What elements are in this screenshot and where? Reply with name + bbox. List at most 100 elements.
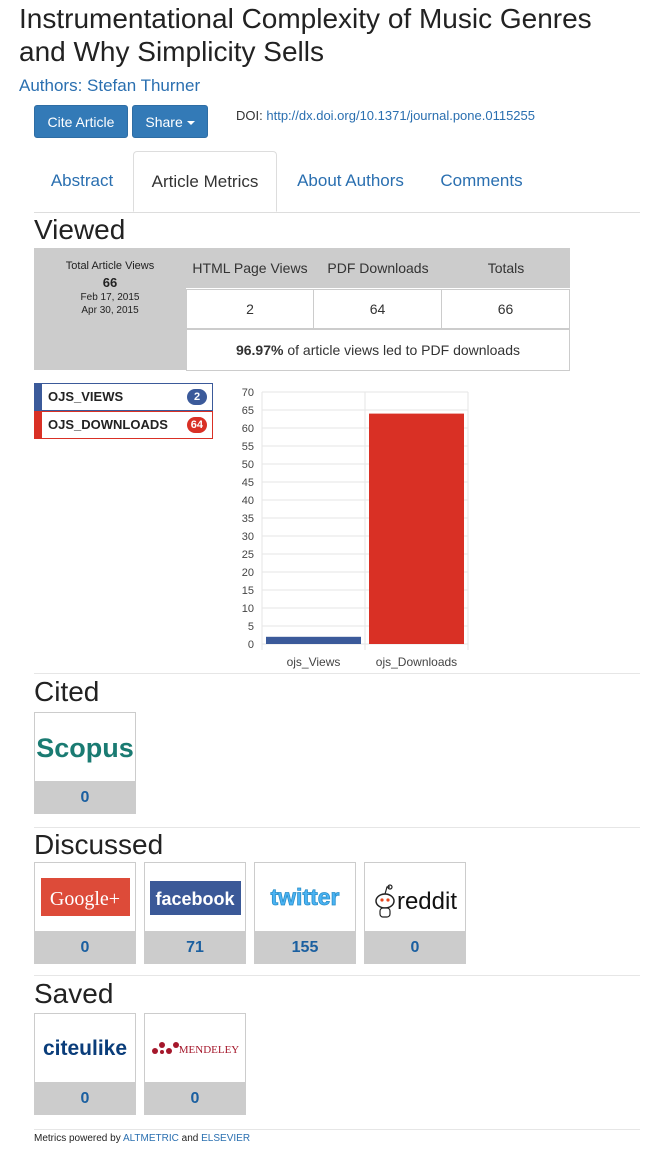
divider: [34, 827, 640, 828]
tab-comments[interactable]: Comments: [424, 151, 539, 211]
tab-abstract[interactable]: Abstract: [34, 151, 130, 211]
scopus-tile[interactable]: Scopus 0: [34, 712, 136, 814]
legend-swatch-views: [35, 384, 42, 410]
article-tabs: Abstract Article Metrics About Authors C…: [34, 151, 640, 213]
value-pdf-downloads: 64: [313, 289, 442, 329]
pdf-ratio-text: of article views led to PDF downloads: [283, 342, 521, 358]
twitter-logo: twitter: [254, 862, 356, 932]
citeulike-tile[interactable]: citeulike 0: [34, 1013, 136, 1115]
reddit-logo-text: reddit: [397, 888, 457, 915]
legend-item-downloads[interactable]: OJS_DOWNLOADS 64: [34, 411, 213, 439]
mendeley-logo-text: MENDELEY: [179, 1044, 240, 1056]
value-totals: 66: [441, 289, 570, 329]
header-totals: Totals: [442, 248, 570, 288]
discussed-heading: Discussed: [34, 829, 164, 860]
legend-label-views: OJS_VIEWS: [48, 389, 124, 404]
mendeley-count: 0: [144, 1083, 246, 1115]
y-tick-label: 5: [248, 621, 254, 633]
legend-badge-views: 2: [187, 389, 207, 405]
twitter-tile[interactable]: twitter 155: [254, 862, 356, 964]
scopus-count: 0: [34, 782, 136, 814]
y-tick-label: 15: [242, 585, 254, 597]
citeulike-logo: citeulike: [34, 1013, 136, 1083]
reddit-tile[interactable]: reddit 0: [364, 862, 466, 964]
divider: [34, 673, 640, 674]
divider: [34, 1129, 640, 1130]
legend-item-views[interactable]: OJS_VIEWS 2: [34, 383, 213, 411]
y-tick-label: 70: [242, 387, 254, 399]
google-plus-tile[interactable]: Google+ 0: [34, 862, 136, 964]
facebook-count: 71: [144, 932, 246, 964]
citeulike-count: 0: [34, 1083, 136, 1115]
google-plus-logo-text: Google+: [50, 888, 120, 910]
views-bar-chart: 0 5 10 15 20 25 30 35 40 45 50 55 60 65 70 ojs_Views ojs…: [242, 387, 469, 669]
article-title: Instrumentational Complexity of Music Ge…: [19, 3, 592, 67]
total-views-box: Total Article Views 66 Feb 17, 2015 Apr …: [34, 248, 186, 370]
facebook-logo-text: facebook: [155, 889, 235, 909]
twitter-count: 155: [254, 932, 356, 964]
cited-heading: Cited: [34, 676, 100, 707]
y-tick-label: 40: [242, 495, 254, 507]
header-html-page-views: HTML Page Views: [186, 248, 314, 288]
share-label: Share: [145, 114, 183, 130]
y-tick-label: 35: [242, 513, 254, 525]
date-to: Apr 30, 2015: [81, 305, 139, 316]
google-plus-count: 0: [34, 932, 136, 964]
google-plus-logo: Google+: [34, 862, 136, 932]
saved-heading: Saved: [34, 978, 114, 1009]
reddit-alien-icon: [375, 884, 395, 918]
y-tick-label: 50: [242, 459, 254, 471]
legend-label-downloads: OJS_DOWNLOADS: [48, 417, 168, 432]
tab-article-metrics[interactable]: Article Metrics: [133, 151, 277, 212]
mendeley-logo: MENDELEY: [144, 1013, 246, 1083]
facebook-tile[interactable]: facebook 71: [144, 862, 246, 964]
mendeley-icon: [152, 1042, 179, 1054]
y-tick-label: 55: [242, 441, 254, 453]
x-tick-label: ojs_Downloads: [376, 655, 457, 669]
scopus-logo: Scopus: [34, 712, 136, 782]
y-tick-label: 45: [242, 477, 254, 489]
mendeley-tile[interactable]: MENDELEY 0: [144, 1013, 246, 1115]
total-views-value: 66: [102, 275, 118, 290]
y-tick-label: 0: [248, 639, 254, 651]
tab-about-authors[interactable]: About Authors: [280, 151, 421, 211]
divider: [34, 975, 640, 976]
header-pdf-downloads: PDF Downloads: [314, 248, 442, 288]
reddit-logo: reddit: [364, 862, 466, 932]
y-tick-label: 10: [242, 603, 254, 615]
x-tick-label: ojs_Views: [287, 655, 341, 669]
facebook-logo: facebook: [144, 862, 246, 932]
bar-ojs-downloads: [369, 413, 464, 644]
share-button[interactable]: Share: [132, 105, 208, 138]
doi-link[interactable]: http://dx.doi.org/10.1371/journal.pone.0…: [266, 108, 535, 123]
y-tick-label: 20: [242, 567, 254, 579]
cite-article-label: Cite Article: [47, 114, 115, 130]
twitter-logo-text: twitter: [271, 884, 340, 910]
pdf-ratio-row: 96.97% of article views led to PDF downl…: [186, 329, 570, 371]
footer-mid: and: [178, 1133, 202, 1144]
reddit-count: 0: [364, 932, 466, 964]
elsevier-link[interactable]: ELSEVIER: [201, 1133, 250, 1144]
pdf-ratio-percent: 96.97%: [235, 342, 284, 358]
legend-badge-downloads: 64: [186, 417, 207, 433]
value-html-page-views: 2: [186, 289, 314, 329]
citeulike-logo-text: citeulike: [43, 1037, 127, 1060]
viewed-heading: Viewed: [34, 214, 126, 245]
article-authors[interactable]: Authors: Stefan Thurner: [19, 76, 200, 96]
altmetric-link[interactable]: ALTMETRIC: [123, 1133, 179, 1144]
legend-swatch-downloads: [35, 412, 42, 438]
date-from: Feb 17, 2015: [80, 292, 140, 303]
y-tick-label: 30: [242, 531, 254, 543]
y-tick-label: 65: [242, 405, 254, 417]
caret-down-icon: [186, 121, 195, 126]
y-tick-label: 60: [242, 423, 254, 435]
doi: DOI: http://dx.doi.org/10.1371/journal.p…: [236, 108, 535, 123]
scopus-logo-text: Scopus: [36, 733, 134, 763]
footer-prefix: Metrics powered by: [34, 1133, 123, 1144]
metrics-footer: Metrics powered by ALTMETRIC and ELSEVIE…: [34, 1133, 250, 1144]
bar-ojs-views: [266, 636, 361, 644]
cite-article-button[interactable]: Cite Article: [34, 105, 128, 138]
doi-label: DOI:: [236, 108, 263, 123]
total-views-label: Total Article Views: [65, 260, 155, 272]
y-tick-label: 25: [242, 549, 254, 561]
